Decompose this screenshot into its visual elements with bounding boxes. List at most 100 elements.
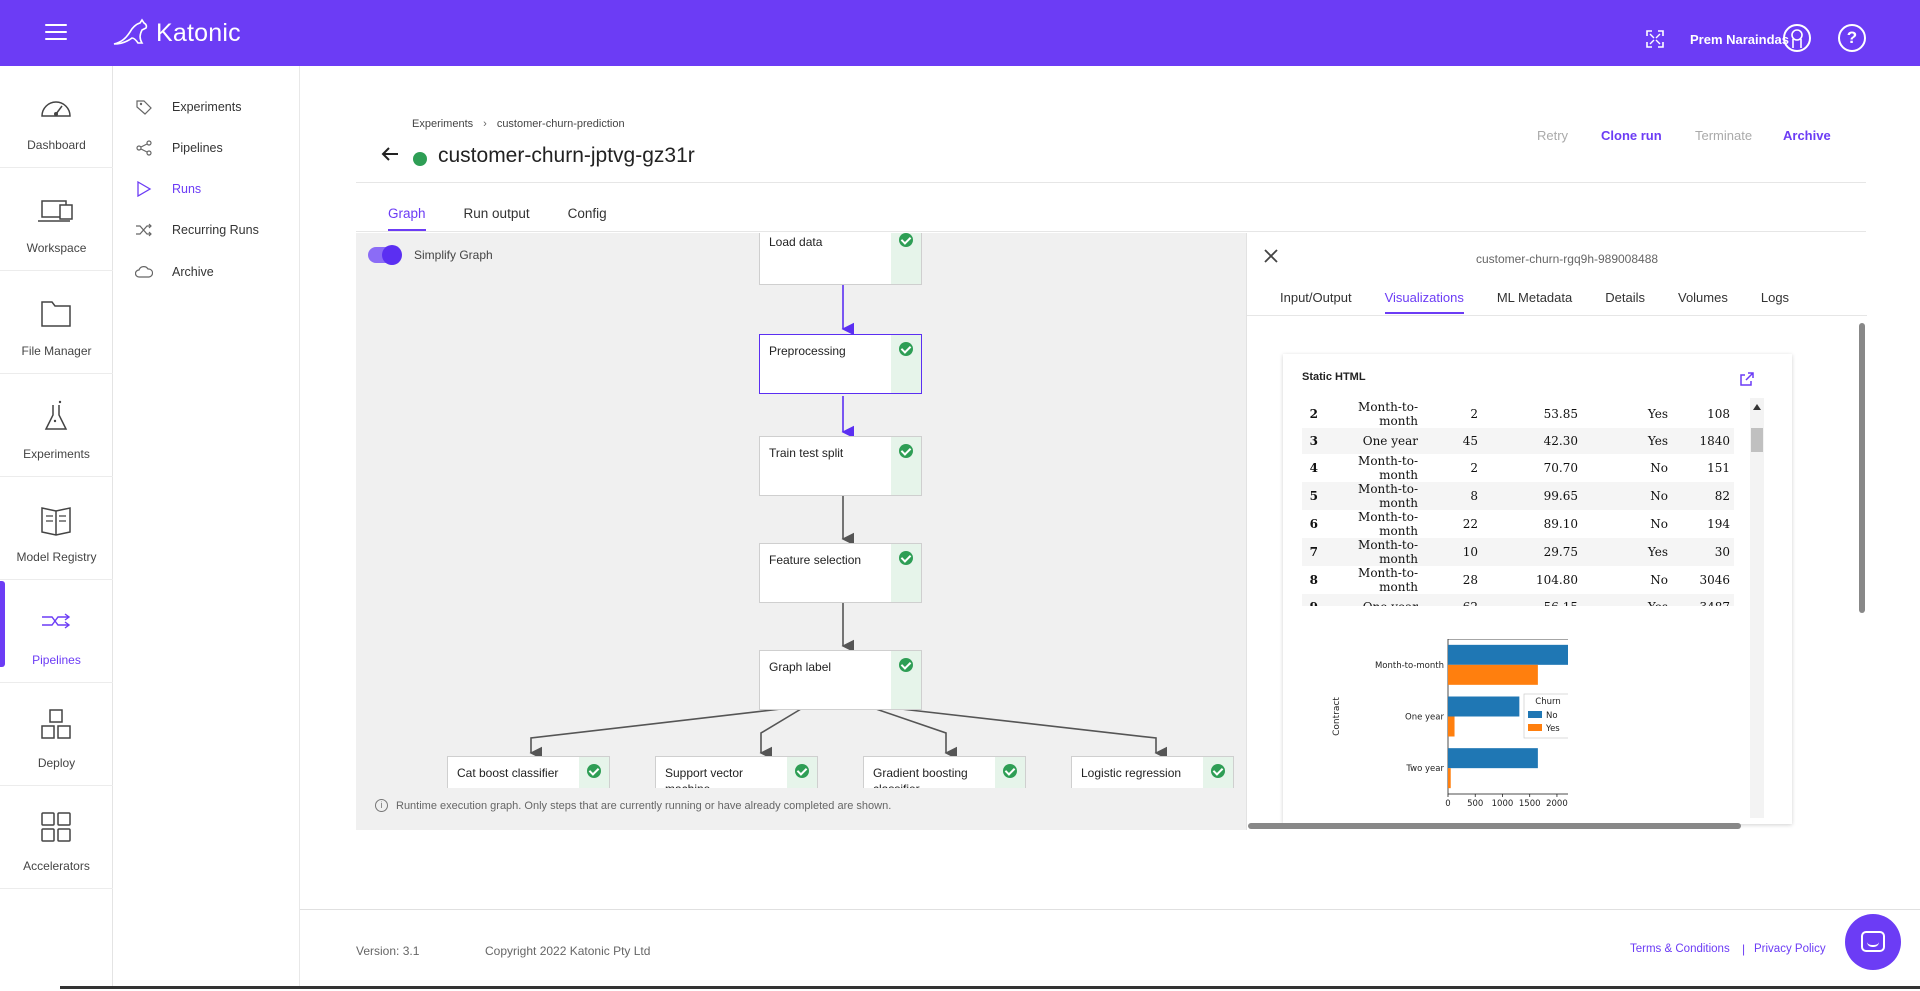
y-tick-label: Two year <box>1405 764 1444 774</box>
table-cell: Yes <box>1647 434 1668 449</box>
bar-yes <box>1448 768 1451 789</box>
breadcrumb-experiments[interactable]: Experiments <box>412 118 473 130</box>
menu-icon[interactable] <box>45 24 67 42</box>
simplify-graph-toggle[interactable] <box>368 245 402 265</box>
ptab-visualizations[interactable]: Visualizations <box>1384 290 1464 314</box>
rail-item-pipelines[interactable]: Pipelines <box>0 581 113 683</box>
card-title: Static HTML <box>1302 371 1366 383</box>
node-label: Load data <box>769 235 823 249</box>
panel-horizontal-scrollbar[interactable] <box>1248 823 1741 829</box>
graph-node-load-data[interactable]: Load data <box>759 233 922 285</box>
tabs-divider <box>356 231 1866 232</box>
pipeline-graph[interactable]: Simplify Graph Load data Preprocessing T… <box>356 233 1246 830</box>
node-label: Graph label <box>769 660 832 674</box>
table-scrollbar[interactable] <box>1750 398 1764 818</box>
archive-button[interactable]: Archive <box>1783 128 1831 143</box>
subnav-label: Runs <box>172 182 202 196</box>
subnav-item-recurring-runs[interactable]: Recurring Runs <box>135 219 259 241</box>
rail-label: File Manager <box>21 344 92 358</box>
graph-node-preprocessing[interactable]: Preprocessing <box>759 334 922 394</box>
static-html-card: Static HTML 2 Month-to-month 2 53.85 Yes 108 3… <box>1283 354 1792 824</box>
rail-label: Pipelines <box>32 653 81 667</box>
rail-item-file-manager[interactable]: File Manager <box>0 272 113 374</box>
legend-swatch-yes <box>1528 724 1542 731</box>
rail-item-workspace[interactable]: Workspace <box>0 169 113 271</box>
graph-node-train-test-split[interactable]: Train test split <box>759 436 922 496</box>
table-cell: 3046 <box>1699 573 1730 588</box>
table-cell: 56.15 <box>1482 594 1582 606</box>
clone-run-button[interactable]: Clone run <box>1601 128 1662 143</box>
check-icon <box>795 764 809 778</box>
node-details-panel: customer-churn-rgq9h-989008488 Input/Out… <box>1246 233 1867 830</box>
panel-tabs: Input/Output Visualizations ML Metadata … <box>1280 290 1822 314</box>
rail-item-deploy[interactable]: Deploy <box>0 684 113 786</box>
laptop-icon <box>38 200 73 222</box>
panel-scrollbar[interactable] <box>1859 323 1865 613</box>
ptab-logs[interactable]: Logs <box>1761 290 1789 314</box>
bottom-scrollbar <box>0 986 1920 991</box>
table-cell: Yes <box>1647 407 1668 421</box>
table-cell: Month-to-month <box>1358 400 1418 428</box>
x-tick-label: 500 <box>1467 799 1483 809</box>
rail-label: Experiments <box>23 447 90 461</box>
legend-label-yes: Yes <box>1545 724 1560 734</box>
user-name[interactable]: Prem Naraindas <box>1690 32 1789 47</box>
chat-button[interactable] <box>1845 914 1901 970</box>
graph-info-text: Runtime execution graph. Only steps that… <box>396 799 892 812</box>
info-icon: i <box>375 799 388 812</box>
tab-graph[interactable]: Graph <box>388 206 426 231</box>
help-icon[interactable]: ? <box>1838 24 1866 52</box>
rail-item-accelerators[interactable]: Accelerators <box>0 787 113 889</box>
rail-item-model-registry[interactable]: Model Registry <box>0 478 113 580</box>
table-cell: 9 <box>1302 594 1322 606</box>
subnav-item-pipelines[interactable]: Pipelines <box>135 137 223 159</box>
back-arrow-icon[interactable] <box>380 146 400 162</box>
share-icon <box>136 140 152 156</box>
run-details: Experiments › customer-churn-prediction … <box>300 66 1920 991</box>
subnav-item-runs[interactable]: Runs <box>135 178 201 200</box>
ptab-input-output[interactable]: Input/Output <box>1280 290 1352 314</box>
node-label: Preprocessing <box>769 344 846 358</box>
ptab-ml-metadata[interactable]: ML Metadata <box>1497 290 1572 314</box>
retry-button[interactable]: Retry <box>1537 128 1568 143</box>
table-cell: Month-to-month <box>1358 510 1418 539</box>
terminate-button[interactable]: Terminate <box>1695 128 1752 143</box>
rail-label: Accelerators <box>23 859 90 873</box>
graph-node-graph-label[interactable]: Graph label <box>759 650 922 710</box>
bar-no <box>1448 696 1520 717</box>
katonic-logo[interactable]: Katonic <box>112 16 241 50</box>
ptab-volumes[interactable]: Volumes <box>1678 290 1728 314</box>
rail-label: Model Registry <box>16 550 97 564</box>
terms-link[interactable]: Terms & Conditions <box>1630 943 1730 955</box>
folder-icon <box>41 301 71 327</box>
ptab-details[interactable]: Details <box>1605 290 1645 314</box>
table-cell: 2 <box>1470 407 1478 421</box>
fullscreen-icon[interactable] <box>1646 30 1664 48</box>
graph-node-feature-selection[interactable]: Feature selection <box>759 543 922 603</box>
rail-item-dashboard[interactable]: Dashboard <box>0 66 113 168</box>
scroll-up-icon[interactable] <box>1753 404 1761 410</box>
open-in-new-icon[interactable] <box>1739 371 1755 387</box>
rail-item-experiments[interactable]: Experiments <box>0 375 113 477</box>
table-cell: 151 <box>1707 461 1730 476</box>
breadcrumb-separator: › <box>483 118 487 130</box>
table-cell: Month-to-month <box>1358 538 1418 567</box>
subnav-item-experiments[interactable]: Experiments <box>135 96 241 118</box>
kangaroo-icon <box>113 18 148 45</box>
node-label: Train test split <box>769 446 844 460</box>
book-icon <box>41 507 71 536</box>
breadcrumb-experiment[interactable]: customer-churn-prediction <box>497 118 625 130</box>
footer-version: Version: 3.1 <box>356 944 420 958</box>
tab-run-output[interactable]: Run output <box>464 206 530 231</box>
subnav-item-archive[interactable]: Archive <box>135 261 214 283</box>
tab-config[interactable]: Config <box>568 206 607 231</box>
graph-info: i Runtime execution graph. Only steps th… <box>375 799 891 812</box>
bar-yes <box>1448 664 1538 685</box>
avatar-icon[interactable] <box>1783 24 1811 52</box>
y-tick-label: One year <box>1405 713 1444 723</box>
table-cell: 30 <box>1714 545 1730 560</box>
privacy-link[interactable]: Privacy Policy <box>1754 943 1826 955</box>
node-status <box>891 233 921 284</box>
table-cell: 4 <box>1309 461 1318 476</box>
cubes-icon <box>41 709 71 739</box>
